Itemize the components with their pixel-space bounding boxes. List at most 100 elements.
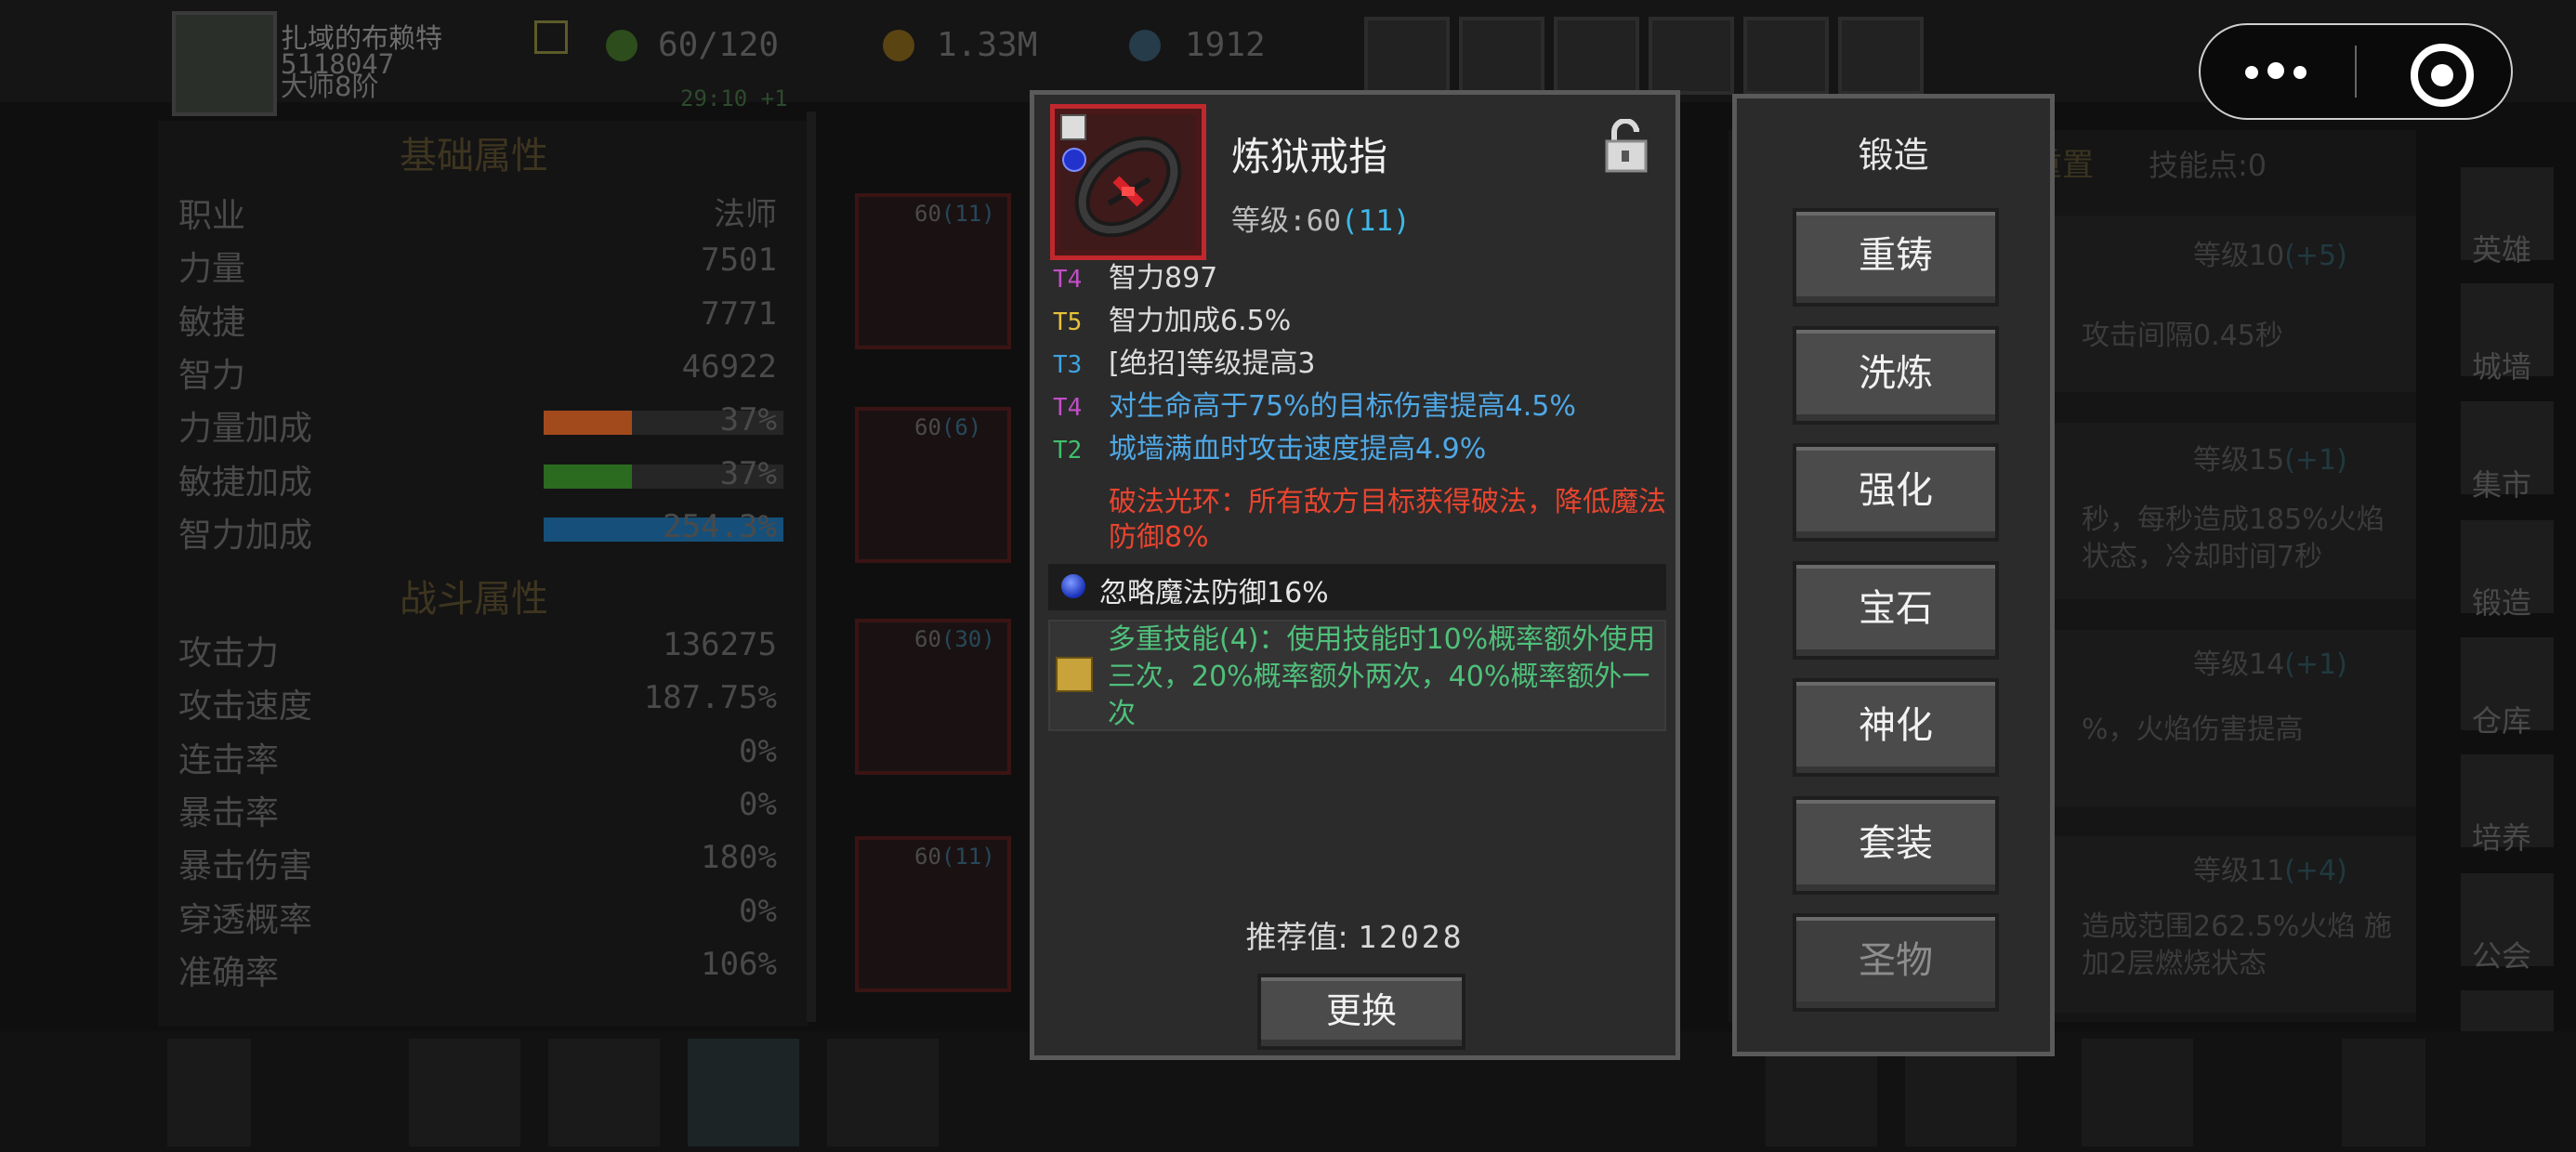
stat-value: 136275 xyxy=(663,626,777,663)
set-button[interactable]: 套装 xyxy=(1793,796,1999,895)
forge-title: 锻造 xyxy=(1858,135,1929,176)
affix-tier: T4 xyxy=(1053,266,1083,294)
side-nav-label[interactable]: 英雄 xyxy=(2472,227,2531,269)
stat-label: 攻击速度 xyxy=(178,687,313,726)
stat-label: 智力加成 xyxy=(178,517,313,555)
stat-value: 106% xyxy=(701,946,777,983)
item-icon-frame xyxy=(1050,104,1206,260)
side-nav-label[interactable]: 锻造 xyxy=(2472,580,2531,622)
affix-text: 智力897 xyxy=(1109,262,1218,295)
hero-thumb[interactable] xyxy=(548,1039,660,1146)
stat-value: 37% xyxy=(719,455,777,492)
stat-label: 准确率 xyxy=(178,954,280,992)
gamepad-button[interactable] xyxy=(1554,17,1639,95)
skill-level: 等级10(+5) xyxy=(2193,240,2347,272)
affix-tier: T4 xyxy=(1053,394,1083,422)
gem-value: 1912 xyxy=(1185,26,1266,64)
gem-effect-text: 忽略魔法防御16% xyxy=(1099,577,1329,609)
stat-label: 穿透概率 xyxy=(178,901,313,939)
edit-name-icon[interactable] xyxy=(534,20,568,54)
skill-level: 等级15(+1) xyxy=(2193,444,2347,477)
stat-value: 法师 xyxy=(714,196,777,233)
stat-label: 智力 xyxy=(178,357,246,395)
stat-label: 连击率 xyxy=(178,741,280,779)
gem-button[interactable]: 宝石 xyxy=(1793,561,1999,660)
gem-icon xyxy=(1061,574,1085,598)
equip-level: 60(11) xyxy=(914,201,995,227)
stat-label: 敏捷加成 xyxy=(178,464,313,502)
special-effect-text: 破法光环：所有敌方目标获得破法，降低魔法防御8% xyxy=(1109,486,1666,554)
recommend-score: 推荐值: 12028 xyxy=(1245,919,1465,955)
equip-slot[interactable]: 60(11) xyxy=(855,193,1011,349)
scroll-icon xyxy=(1056,657,1093,692)
deify-button[interactable]: 神化 xyxy=(1793,678,1999,777)
bar-fill xyxy=(544,411,633,435)
combat-stats-title: 战斗属性 xyxy=(400,578,548,621)
hero-thumb[interactable] xyxy=(827,1039,939,1146)
stat-label: 攻击力 xyxy=(178,635,280,673)
unlock-icon[interactable] xyxy=(1603,118,1649,173)
stat-value: 0% xyxy=(739,893,777,930)
stat-label: 暴击伤害 xyxy=(178,847,313,885)
replace-button[interactable]: 更换 xyxy=(1257,974,1465,1050)
side-nav-label[interactable]: 培养 xyxy=(2472,815,2531,857)
affix-row: T4 对生命高于75%的目标伤害提高4.5% xyxy=(1053,383,1576,424)
stat-value: 180% xyxy=(701,839,777,876)
enhance-button[interactable]: 强化 xyxy=(1793,443,1999,542)
affix-tier: T5 xyxy=(1053,308,1083,336)
event-button[interactable] xyxy=(1838,17,1924,95)
stat-value: 0% xyxy=(739,733,777,770)
stat-value: 7771 xyxy=(701,295,777,333)
skill-level: 等级11(+4) xyxy=(2193,855,2347,887)
gem-icon xyxy=(1129,30,1161,61)
basic-stats-title: 基础属性 xyxy=(400,135,548,177)
hero-thumb[interactable] xyxy=(688,1039,799,1146)
side-nav-label[interactable]: 集市 xyxy=(2472,462,2531,504)
equip-level: 60(6) xyxy=(914,414,982,440)
side-nav-label[interactable]: 城墙 xyxy=(2472,344,2531,386)
wheel-button[interactable] xyxy=(1743,17,1829,95)
stat-label: 力量 xyxy=(178,250,246,288)
affix-text: [绝招]等级提高3 xyxy=(1109,347,1316,380)
shop-button[interactable] xyxy=(1364,17,1450,95)
equip-slot[interactable]: 60(30) xyxy=(855,619,1011,775)
close-target-icon[interactable] xyxy=(2411,44,2474,107)
capsule-divider xyxy=(2355,46,2357,98)
affix-row: T4 智力897 xyxy=(1053,255,1217,295)
stat-value: 254.3% xyxy=(663,508,777,545)
equip-slot[interactable]: 60(11) xyxy=(855,836,1011,992)
skill-desc: 秒，每秒造成185%火焰 状态，冷却时间7秒 xyxy=(2082,504,2385,573)
side-nav-label[interactable]: 仓库 xyxy=(2472,698,2531,740)
relic-button[interactable]: 圣物 xyxy=(1793,913,1999,1012)
bar-fill xyxy=(544,465,633,489)
stat-label: 力量加成 xyxy=(178,410,313,448)
stats-scrollbar[interactable] xyxy=(807,111,816,1022)
locked-slot-icon[interactable] xyxy=(2082,1039,2193,1146)
equip-slot[interactable]: 60(6) xyxy=(855,407,1011,563)
set-bonus-box: 多重技能(4)：使用技能时10%概率额外使用三次，20%概率额外两次，40%概率… xyxy=(1048,620,1666,731)
next-arrow-icon[interactable] xyxy=(2342,1039,2425,1146)
hero-thumb[interactable] xyxy=(409,1039,520,1146)
miniprogram-capsule xyxy=(2199,23,2513,120)
prev-arrow-icon[interactable] xyxy=(167,1039,251,1146)
affix-text: 智力加成6.5% xyxy=(1109,305,1292,337)
recast-button[interactable]: 重铸 xyxy=(1793,208,1999,307)
energy-value: 60/120 xyxy=(658,26,780,64)
skill-desc: 造成范围262.5%火焰 施加2层燃烧状态 xyxy=(2082,910,2392,980)
mail-button[interactable] xyxy=(1459,17,1544,95)
item-level: 等级:60(11) xyxy=(1231,204,1411,238)
more-icon[interactable] xyxy=(2245,62,2316,83)
player-avatar[interactable] xyxy=(172,11,277,116)
skill-desc: 攻击间隔0.45秒 xyxy=(2082,320,2283,352)
skill-level: 等级14(+1) xyxy=(2193,648,2347,681)
energy-timer: 29:10 +1 xyxy=(680,85,788,111)
stat-value: 7501 xyxy=(701,242,777,279)
skill-desc: %，火焰伤害提高 xyxy=(2082,713,2304,746)
settings-button[interactable] xyxy=(1649,17,1734,95)
stat-label: 职业 xyxy=(178,197,246,235)
affix-row: T5 智力加成6.5% xyxy=(1053,297,1291,338)
reroll-button[interactable]: 洗炼 xyxy=(1793,326,1999,425)
lock-badge-icon xyxy=(1060,114,1086,140)
stat-value: 0% xyxy=(739,786,777,823)
side-nav-label[interactable]: 公会 xyxy=(2472,933,2531,975)
